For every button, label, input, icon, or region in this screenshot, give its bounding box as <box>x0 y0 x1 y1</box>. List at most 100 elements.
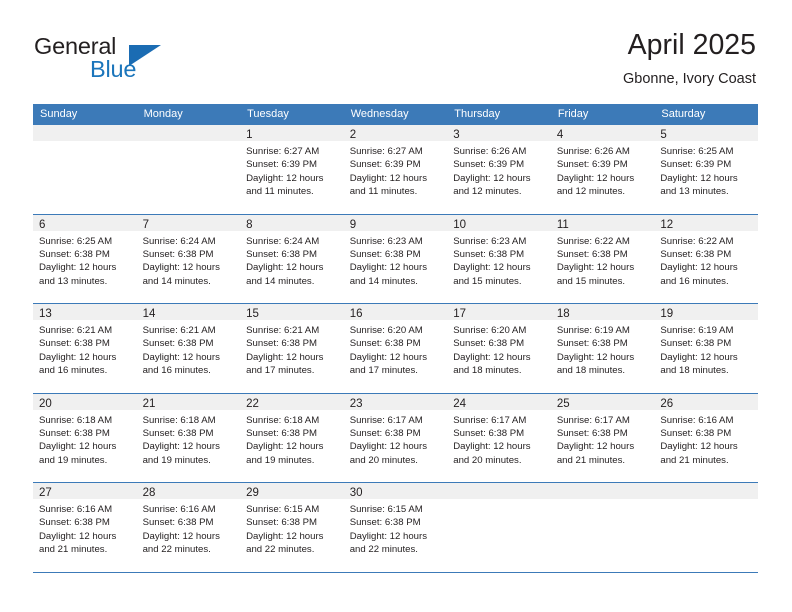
day-details: Sunrise: 6:17 AM Sunset: 6:38 PM Dayligh… <box>447 410 551 468</box>
day-cell[interactable]: 18 Sunrise: 6:19 AM Sunset: 6:38 PM Dayl… <box>550 304 655 393</box>
sunrise-text: Sunrise: 6:18 AM <box>142 414 216 426</box>
day-cell[interactable]: 20 Sunrise: 6:18 AM Sunset: 6:38 PM Dayl… <box>33 393 137 482</box>
day-number: 8 <box>246 218 253 231</box>
day-cell[interactable]: 7 Sunrise: 6:24 AM Sunset: 6:38 PM Dayli… <box>136 214 241 303</box>
day-cell[interactable]: 12 Sunrise: 6:22 AM Sunset: 6:38 PM Dayl… <box>654 214 758 303</box>
day-details: Sunrise: 6:17 AM Sunset: 6:38 PM Dayligh… <box>551 410 655 468</box>
day-cell[interactable]: 30 Sunrise: 6:15 AM Sunset: 6:38 PM Dayl… <box>343 483 448 572</box>
day-cell[interactable]: 21 Sunrise: 6:18 AM Sunset: 6:38 PM Dayl… <box>136 393 241 482</box>
weekday-header-friday: Friday <box>557 108 589 120</box>
day-cell[interactable]: 22 Sunrise: 6:18 AM Sunset: 6:38 PM Dayl… <box>240 393 344 482</box>
day-number-band: 8 <box>240 214 344 231</box>
day-cell[interactable]: 27 Sunrise: 6:16 AM Sunset: 6:38 PM Dayl… <box>33 483 137 572</box>
day-number: 16 <box>349 308 363 320</box>
day-details: Sunrise: 6:18 AM Sunset: 6:38 PM Dayligh… <box>240 410 344 468</box>
day-number: 6 <box>39 218 46 231</box>
sunrise-text: Sunrise: 6:27 AM <box>349 146 423 157</box>
day-details <box>551 499 655 503</box>
daylight-text-line1: Daylight: 12 hours <box>453 172 531 184</box>
day-number: 4 <box>556 129 564 141</box>
day-number: 12 <box>660 218 674 231</box>
daylight-text-line2: and 18 minutes. <box>556 365 626 377</box>
sunset-text: Sunset: 6:38 PM <box>39 427 110 439</box>
weekday-header-saturday: Saturday <box>661 108 706 120</box>
sunrise-text: Sunrise: 6:20 AM <box>453 325 527 336</box>
day-cell[interactable]: 15 Sunrise: 6:21 AM Sunset: 6:38 PM Dayl… <box>240 304 344 393</box>
day-number: 5 <box>660 129 667 141</box>
day-details <box>137 141 241 145</box>
daylight-text-line1: Daylight: 12 hours <box>246 262 324 274</box>
day-number-band <box>447 483 551 499</box>
day-cell[interactable]: 13 Sunrise: 6:21 AM Sunset: 6:38 PM Dayl… <box>33 304 137 393</box>
sunset-text: Sunset: 6:38 PM <box>556 248 628 260</box>
day-cell[interactable]: 3 Sunrise: 6:26 AM Sunset: 6:39 PM Dayli… <box>447 125 551 214</box>
day-details: Sunrise: 6:17 AM Sunset: 6:38 PM Dayligh… <box>344 410 448 468</box>
daylight-text-line2: and 19 minutes. <box>142 454 211 466</box>
day-cell[interactable]: 28 Sunrise: 6:16 AM Sunset: 6:38 PM Dayl… <box>136 483 241 572</box>
day-cell[interactable]: 2 Sunrise: 6:27 AM Sunset: 6:39 PM Dayli… <box>343 125 448 214</box>
day-details: Sunrise: 6:18 AM Sunset: 6:38 PM Dayligh… <box>137 410 241 468</box>
day-cell[interactable]: 16 Sunrise: 6:20 AM Sunset: 6:38 PM Dayl… <box>343 304 448 393</box>
sunrise-text: Sunrise: 6:16 AM <box>39 504 113 515</box>
calendar-grid: Sunday Monday Tuesday Wednesday Thursday… <box>33 104 758 573</box>
day-details: Sunrise: 6:26 AM Sunset: 6:39 PM Dayligh… <box>447 141 551 199</box>
day-cell[interactable]: 11 Sunrise: 6:22 AM Sunset: 6:38 PM Dayl… <box>550 214 655 303</box>
week-row: 27 Sunrise: 6:16 AM Sunset: 6:38 PM Dayl… <box>33 483 758 573</box>
sunrise-text: Sunrise: 6:27 AM <box>246 146 320 157</box>
daylight-text-line1: Daylight: 12 hours <box>349 441 428 453</box>
day-cell[interactable] <box>447 483 551 572</box>
day-number-band: 30 <box>343 483 448 499</box>
daylight-text-line2: and 16 minutes. <box>660 275 729 287</box>
day-cell[interactable]: 4 Sunrise: 6:26 AM Sunset: 6:39 PM Dayli… <box>550 125 655 214</box>
day-cell[interactable]: 19 Sunrise: 6:19 AM Sunset: 6:38 PM Dayl… <box>654 304 758 393</box>
day-cell[interactable]: 25 Sunrise: 6:17 AM Sunset: 6:38 PM Dayl… <box>550 393 655 482</box>
sunset-text: Sunset: 6:39 PM <box>453 159 525 171</box>
day-cell[interactable]: 29 Sunrise: 6:15 AM Sunset: 6:38 PM Dayl… <box>240 483 344 572</box>
day-details: Sunrise: 6:25 AM Sunset: 6:39 PM Dayligh… <box>654 141 758 199</box>
day-cell[interactable]: 17 Sunrise: 6:20 AM Sunset: 6:38 PM Dayl… <box>447 304 551 393</box>
day-cell[interactable]: 1 Sunrise: 6:27 AM Sunset: 6:39 PM Dayli… <box>240 125 344 214</box>
day-number-band: 26 <box>654 393 758 410</box>
daylight-text-line2: and 16 minutes. <box>39 365 108 377</box>
day-number-band: 18 <box>550 304 655 320</box>
daylight-text-line1: Daylight: 12 hours <box>453 441 531 453</box>
day-cell[interactable]: 6 Sunrise: 6:25 AM Sunset: 6:38 PM Dayli… <box>33 214 137 303</box>
sunset-text: Sunset: 6:38 PM <box>556 427 628 439</box>
day-cell[interactable]: 9 Sunrise: 6:23 AM Sunset: 6:38 PM Dayli… <box>343 214 448 303</box>
sunset-text: Sunset: 6:38 PM <box>246 248 318 260</box>
daylight-text-line2: and 11 minutes. <box>246 186 314 198</box>
day-cell[interactable] <box>550 483 655 572</box>
day-cell[interactable]: 23 Sunrise: 6:17 AM Sunset: 6:38 PM Dayl… <box>343 393 448 482</box>
sunrise-text: Sunrise: 6:21 AM <box>142 325 216 336</box>
day-cell[interactable] <box>136 125 241 214</box>
sunset-text: Sunset: 6:39 PM <box>556 159 628 171</box>
day-cell[interactable]: 5 Sunrise: 6:25 AM Sunset: 6:39 PM Dayli… <box>654 125 758 214</box>
daylight-text-line2: and 11 minutes. <box>349 186 418 198</box>
day-cell[interactable]: 24 Sunrise: 6:17 AM Sunset: 6:38 PM Dayl… <box>447 393 551 482</box>
day-cell[interactable] <box>654 483 758 572</box>
day-number: 7 <box>142 218 149 231</box>
daylight-text-line1: Daylight: 12 hours <box>246 351 324 363</box>
weekday-header-wednesday: Wednesday <box>350 108 409 120</box>
day-number: 19 <box>660 308 674 320</box>
daylight-text-line2: and 14 minutes. <box>349 275 418 287</box>
day-cell[interactable]: 14 Sunrise: 6:21 AM Sunset: 6:38 PM Dayl… <box>136 304 241 393</box>
daylight-text-line1: Daylight: 12 hours <box>39 262 117 274</box>
day-cell[interactable]: 26 Sunrise: 6:16 AM Sunset: 6:38 PM Dayl… <box>654 393 758 482</box>
day-number: 29 <box>246 487 259 499</box>
day-number: 25 <box>556 397 570 410</box>
day-number-band: 5 <box>654 125 758 141</box>
sunrise-text: Sunrise: 6:20 AM <box>349 325 423 336</box>
day-cell[interactable]: 10 Sunrise: 6:23 AM Sunset: 6:38 PM Dayl… <box>447 214 551 303</box>
sunset-text: Sunset: 6:38 PM <box>349 427 421 439</box>
sunset-text: Sunset: 6:38 PM <box>142 338 214 350</box>
general-blue-logo[interactable]: General Blue <box>34 33 254 85</box>
daylight-text-line2: and 22 minutes. <box>142 544 211 556</box>
day-cell[interactable]: 8 Sunrise: 6:24 AM Sunset: 6:38 PM Dayli… <box>240 214 344 303</box>
sunset-text: Sunset: 6:38 PM <box>453 427 525 439</box>
day-details: Sunrise: 6:20 AM Sunset: 6:38 PM Dayligh… <box>344 320 448 378</box>
day-cell[interactable] <box>33 125 137 214</box>
daylight-text-line2: and 12 minutes. <box>453 186 522 198</box>
daylight-text-line2: and 21 minutes. <box>556 454 626 466</box>
week-row: 6 Sunrise: 6:25 AM Sunset: 6:38 PM Dayli… <box>33 214 758 304</box>
